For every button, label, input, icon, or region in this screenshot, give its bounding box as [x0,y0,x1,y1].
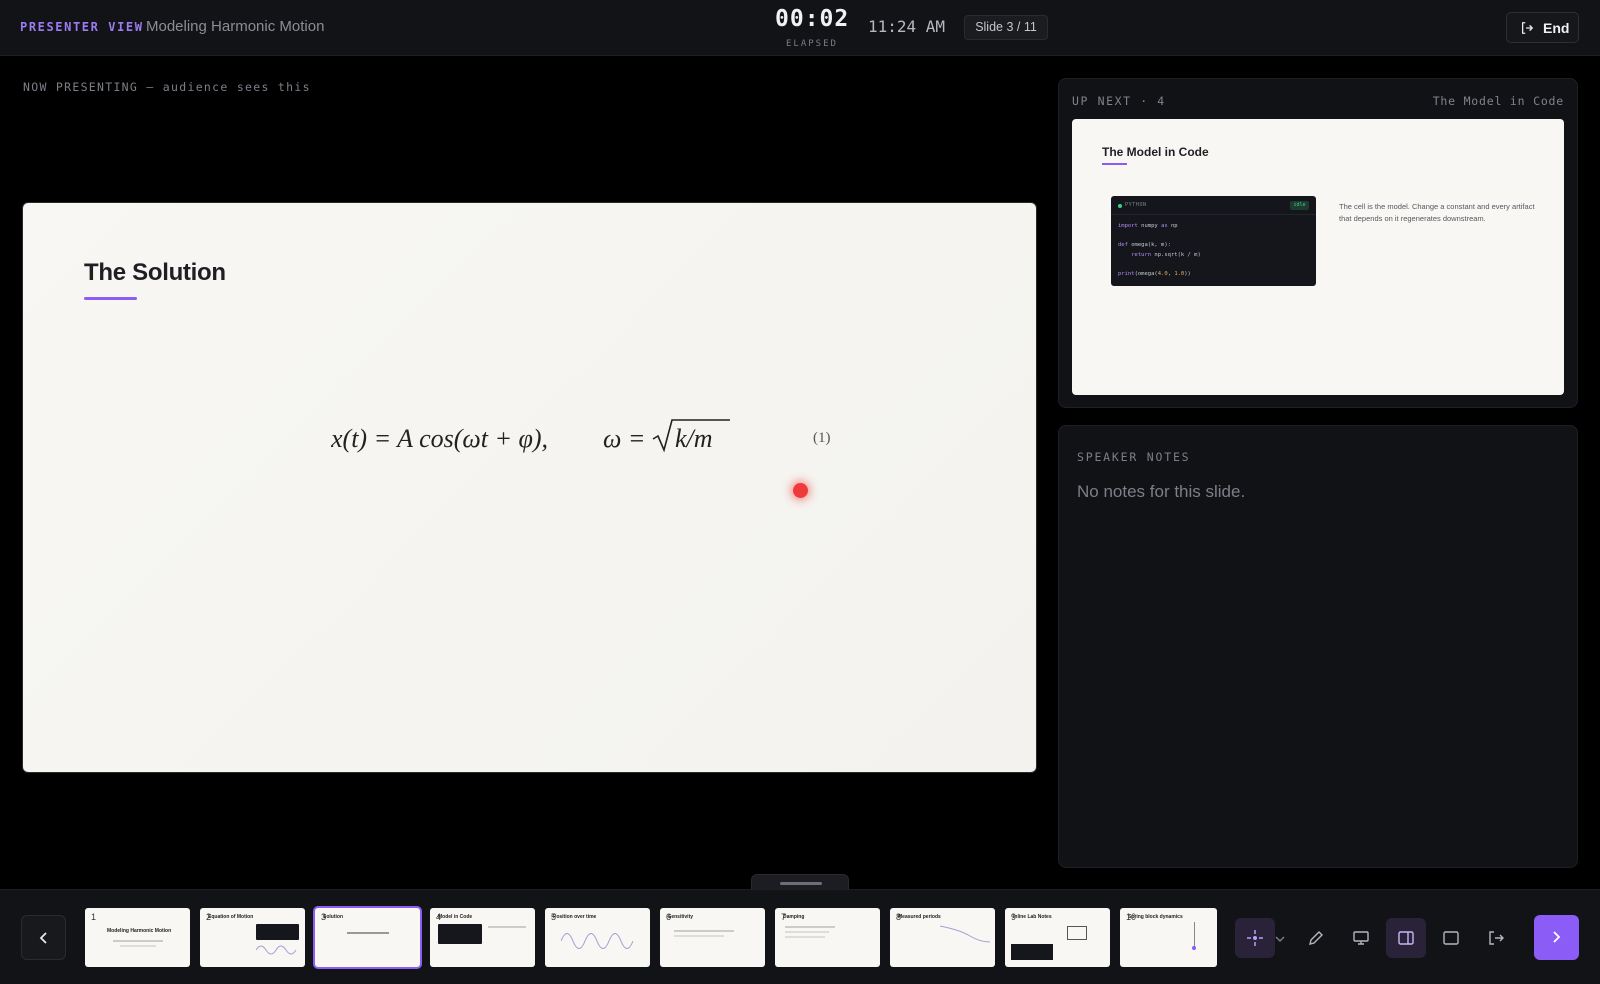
slide-title: The Solution [84,259,226,286]
next-title-underline [1102,163,1127,165]
code-body: import numpy as np def omega(k, m): retu… [1118,223,1201,277]
monitor-icon [1353,931,1369,945]
slide-thumbnail-6[interactable]: 6 Sensitivity [660,908,765,967]
slide-thumbnail-10[interactable]: 10 Spring block dynamics [1120,908,1217,967]
wall-clock: 11:24 AM [868,17,946,36]
slide-thumbnail-5[interactable]: 5 Position over time [545,908,650,967]
svg-text:k/m: k/m [675,424,713,453]
slide-thumbnail-4[interactable]: 4 Model in Code [430,908,535,967]
slide-thumbnail-1[interactable]: 1 Modeling Harmonic Motion [85,908,190,967]
thumbnail-title: Equation of Motion [208,914,254,920]
previous-slide-button[interactable] [21,915,66,960]
elapsed-timer[interactable]: 00:02 [775,6,849,32]
drawer-grip [780,882,822,885]
thumbnail-line [674,930,734,932]
speaker-notes-panel: SPEAKER NOTES No notes for this slide. [1058,425,1578,868]
thumbnail-title: Damping [783,914,805,920]
chevron-down-icon[interactable] [1275,935,1285,943]
thumbnail-line [785,936,825,938]
end-presentation-button[interactable]: End [1506,12,1579,43]
speaker-notes-text: No notes for this slide. [1077,482,1246,501]
slide-thumbnail-2[interactable]: 2 Equation of Motion [200,908,305,967]
bottom-bar: 1 Modeling Harmonic Motion 2 Equation of… [0,889,1600,984]
thumbnail-title: Position over time [553,914,597,920]
split-view-tool[interactable] [1386,918,1426,958]
slide-thumbnail-7[interactable]: 7 Damping [775,908,880,967]
thumbnail-line [120,945,156,947]
svg-text:x(t) = A cos(ωt + φ),: x(t) = A cos(ωt + φ), [331,424,548,453]
thumbnail-drawer-handle[interactable] [751,874,849,890]
laser-pointer-tool[interactable] [1235,918,1275,958]
svg-text:ω =: ω = [603,424,645,453]
chevron-right-icon [1553,931,1561,943]
thumbnail-wave [256,945,297,955]
up-next-slide-name: The Model in Code [1432,94,1564,108]
monitor-tool[interactable] [1341,918,1381,958]
pen-icon [1309,931,1323,945]
chevron-left-icon [39,932,47,944]
slide-thumbnail-8[interactable]: 8 Measured periods [890,908,995,967]
thumbnail-figure [1067,926,1087,940]
exit-icon [1521,22,1534,34]
thumbnail-title: Inline Lab Notes [1013,914,1052,920]
equation-formula: x(t) = A cos(ωt + φ), ω = k/m [330,419,730,453]
current-slide[interactable]: The Solution x(t) = A cos(ωt + φ), ω = k… [23,203,1036,772]
thumbnail-pendulum-bob [1192,946,1196,950]
thumbnail-title: Sensitivity [668,914,694,920]
thumbnail-line [113,940,163,942]
thumbnail-line [488,926,526,928]
thumbnail-code-block [438,924,482,944]
now-presenting-label: NOW PRESENTING — audience sees this [23,80,311,94]
next-slide-title: The Model in Code [1102,145,1209,159]
exit-tool[interactable] [1476,918,1516,958]
code-cell-header: PYTHON idle [1111,196,1316,215]
thumbnail-title: Model in Code [438,914,473,920]
exit-icon [1489,931,1504,945]
thumbnail-line [785,931,829,933]
title-underline [84,297,137,300]
thumbnail-wave [561,933,634,949]
elapsed-label: ELAPSED [786,39,838,49]
speaker-notes-label: SPEAKER NOTES [1077,450,1191,464]
code-status-badge: idle [1290,201,1309,210]
presenter-view-label: PRESENTER VIEW [20,20,144,34]
end-button-label: End [1543,20,1570,36]
slide-thumbnail-3[interactable]: 3 Solution [315,908,420,967]
laser-pointer-icon [1247,930,1263,946]
equation: x(t) = A cos(ωt + φ), ω = k/m [330,413,751,470]
thumbnail-number: 1 [91,912,97,922]
code-cell: PYTHON idle import numpy as np def omega… [1111,196,1316,286]
up-next-label: UP NEXT · 4 [1072,94,1166,108]
code-language: PYTHON [1125,202,1147,208]
thumbnail-title: Modeling Harmonic Motion [107,928,172,934]
next-slide-preview[interactable]: The Model in Code PYTHON idle import num… [1072,119,1564,395]
equation-number: (1) [813,430,831,446]
top-bar: PRESENTER VIEW Modeling Harmonic Motion … [0,0,1600,56]
thumbnail-title: Solution [323,914,343,920]
status-dot [1118,204,1122,208]
thumbnail-line [785,926,835,928]
deck-title: Modeling Harmonic Motion [146,18,325,35]
split-view-icon [1398,931,1414,945]
thumbnail-line [674,935,724,937]
blank-screen-tool[interactable] [1431,918,1471,958]
next-slide-button[interactable] [1534,915,1579,960]
blank-screen-icon [1443,931,1459,945]
pen-tool[interactable] [1296,918,1336,958]
thumbnail-title: Measured periods [898,914,941,920]
thumbnail-code-block [1011,944,1053,960]
thumbnail-equation [347,932,389,934]
thumbnail-title: Spring block dynamics [1128,914,1183,920]
next-slide-description: The cell is the model. Change a constant… [1339,202,1535,223]
laser-pointer-dot [793,483,808,498]
thumbnail-code-block [256,924,299,940]
thumbnail-pendulum [1194,922,1195,948]
slide-thumbnail-9[interactable]: 9 Inline Lab Notes [1005,908,1110,967]
thumbnail-chart [940,925,990,943]
slide-counter-badge: Slide 3 / 11 [964,15,1048,40]
up-next-panel: UP NEXT · 4 The Model in Code The Model … [1058,78,1578,408]
